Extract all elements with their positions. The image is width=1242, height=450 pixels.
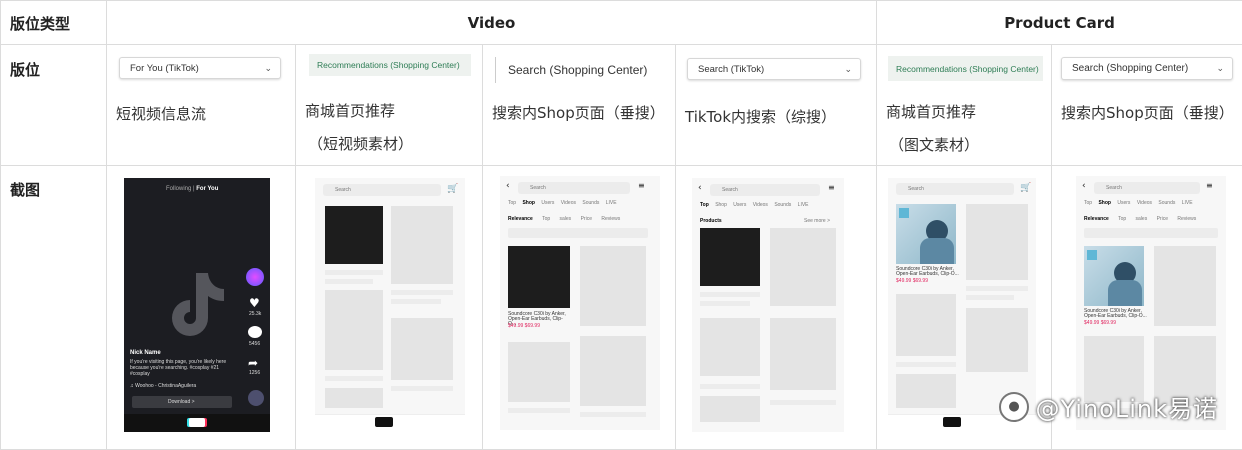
screenshot-tiktok-search: ‹ Search ≡ Top Shop Users Videos Sounds … [674,165,878,450]
chevron-down-icon: ⌄ [1216,63,1225,73]
video-thumbnail[interactable] [325,206,383,264]
heart-icon[interactable]: ♥ [249,296,260,310]
placement-cell-tiktok-search: Search (TikTok) ⌄ TikTok内搜索（综搜） [674,44,878,166]
share-icon[interactable]: ➦ [248,356,258,370]
phone-mockup: ‹ Search ≡ Top Shop Users Videos Sounds … [692,178,844,432]
filter-icon[interactable]: ≡ [638,181,645,190]
placement-desc-sub: （短视频素材） [308,135,414,153]
cart-icon[interactable]: 🛒 [447,184,458,194]
placement-tag: Search (TikTok) ⌄ [687,58,861,80]
back-icon[interactable]: ‹ [506,181,510,191]
search-tabs[interactable]: Top Shop Users Videos Sounds LIVE [508,200,617,206]
create-button[interactable] [375,417,393,427]
header-video: Video [105,0,878,45]
create-button[interactable] [189,418,205,427]
placement-table: 版位类型 Video Product Card 版位 For You (TikT… [0,0,1242,450]
row-label-placement: 版位 [0,44,107,166]
placement-cell-recommend-video: Recommendations (Shopping Center) 商城首页推荐… [295,44,483,166]
placement-desc: 商城首页推荐 [886,103,977,121]
download-button[interactable]: Download > [132,396,232,408]
placement-tag: For You (TikTok) ⌄ [119,57,281,79]
chevron-down-icon: ⌄ [844,63,852,74]
placement-desc: 商城首页推荐 [305,102,396,120]
phone-mockup: Following | For You ♥ 25.3k 5456 ➦ 1256 … [124,178,270,432]
phone-mockup: ‹ Search ≡ Top Shop Users Videos Sounds … [500,176,660,430]
back-icon[interactable]: ‹ [1082,181,1086,191]
placement-desc: 短视频信息流 [116,105,207,123]
music-disc-icon [248,390,264,406]
placement-tag: Recommendations (Shopping Center) [888,56,1044,81]
placement-tag: Search (Shopping Center) [495,57,647,83]
row-label-screenshot: 截图 [0,165,107,450]
placement-desc: 搜索内Shop页面（垂搜） [492,104,665,122]
screenshot-foryou: Following | For You ♥ 25.3k 5456 ➦ 1256 … [106,165,296,450]
screenshot-shop-search-video: ‹ Search ≡ Top Shop Users Videos Sounds … [482,165,676,450]
sort-filters[interactable]: Relevance Top sales Price Reviews [508,216,620,222]
placement-tag: Search (Shopping Center) ⌄ [1061,57,1234,80]
search-tabs[interactable]: Top Shop Users Videos Sounds LIVE [1084,200,1193,206]
placement-cell-recommend-card: Recommendations (Shopping Center) 商城首页推荐… [876,44,1053,166]
placement-cell-shop-search: Search (Shopping Center) 搜索内Shop页面（垂搜） [482,44,676,166]
tiktok-logo-icon [172,273,224,336]
placement-tag: Recommendations (Shopping Center) [309,54,471,76]
sort-filters[interactable]: Relevance Top sales Price Reviews [1084,216,1196,222]
avatar[interactable] [246,268,264,286]
product-image[interactable] [896,204,957,264]
screenshot-recommend-video: Search 🛒 [295,165,483,450]
placement-cell-foryou: For You (TikTok) ⌄ 短视频信息流 [106,44,296,166]
video-thumbnail[interactable] [508,246,570,308]
paw-icon: ● [999,391,1030,422]
search-tabs[interactable]: Top Shop Users Videos Sounds LIVE [700,202,809,208]
filter-icon[interactable]: ≡ [828,183,835,192]
phone-mockup: Search 🛒 [315,178,465,432]
see-more-link[interactable]: See more > [804,218,830,224]
create-button[interactable] [943,417,962,427]
col-header-type: 版位类型 [0,0,107,45]
placement-cell-shop-search-card: Search (Shopping Center) ⌄ 搜索内Shop页面（垂搜） [1051,44,1242,166]
comment-icon[interactable] [248,326,262,338]
product-image[interactable] [1084,246,1145,306]
placement-desc-sub: （图文素材） [889,136,980,154]
chevron-down-icon: ⌄ [264,62,272,73]
watermark: ● @YinoLink易诺 [999,389,1218,424]
back-icon[interactable]: ‹ [698,183,702,193]
placement-desc: 搜索内Shop页面（垂搜） [1061,104,1234,122]
video-thumbnail[interactable] [700,228,760,286]
cart-icon[interactable]: 🛒 [1020,183,1031,193]
filter-icon[interactable]: ≡ [1206,181,1213,190]
header-product-card: Product Card [876,0,1242,45]
placement-desc: TikTok内搜索（综搜） [685,108,837,126]
